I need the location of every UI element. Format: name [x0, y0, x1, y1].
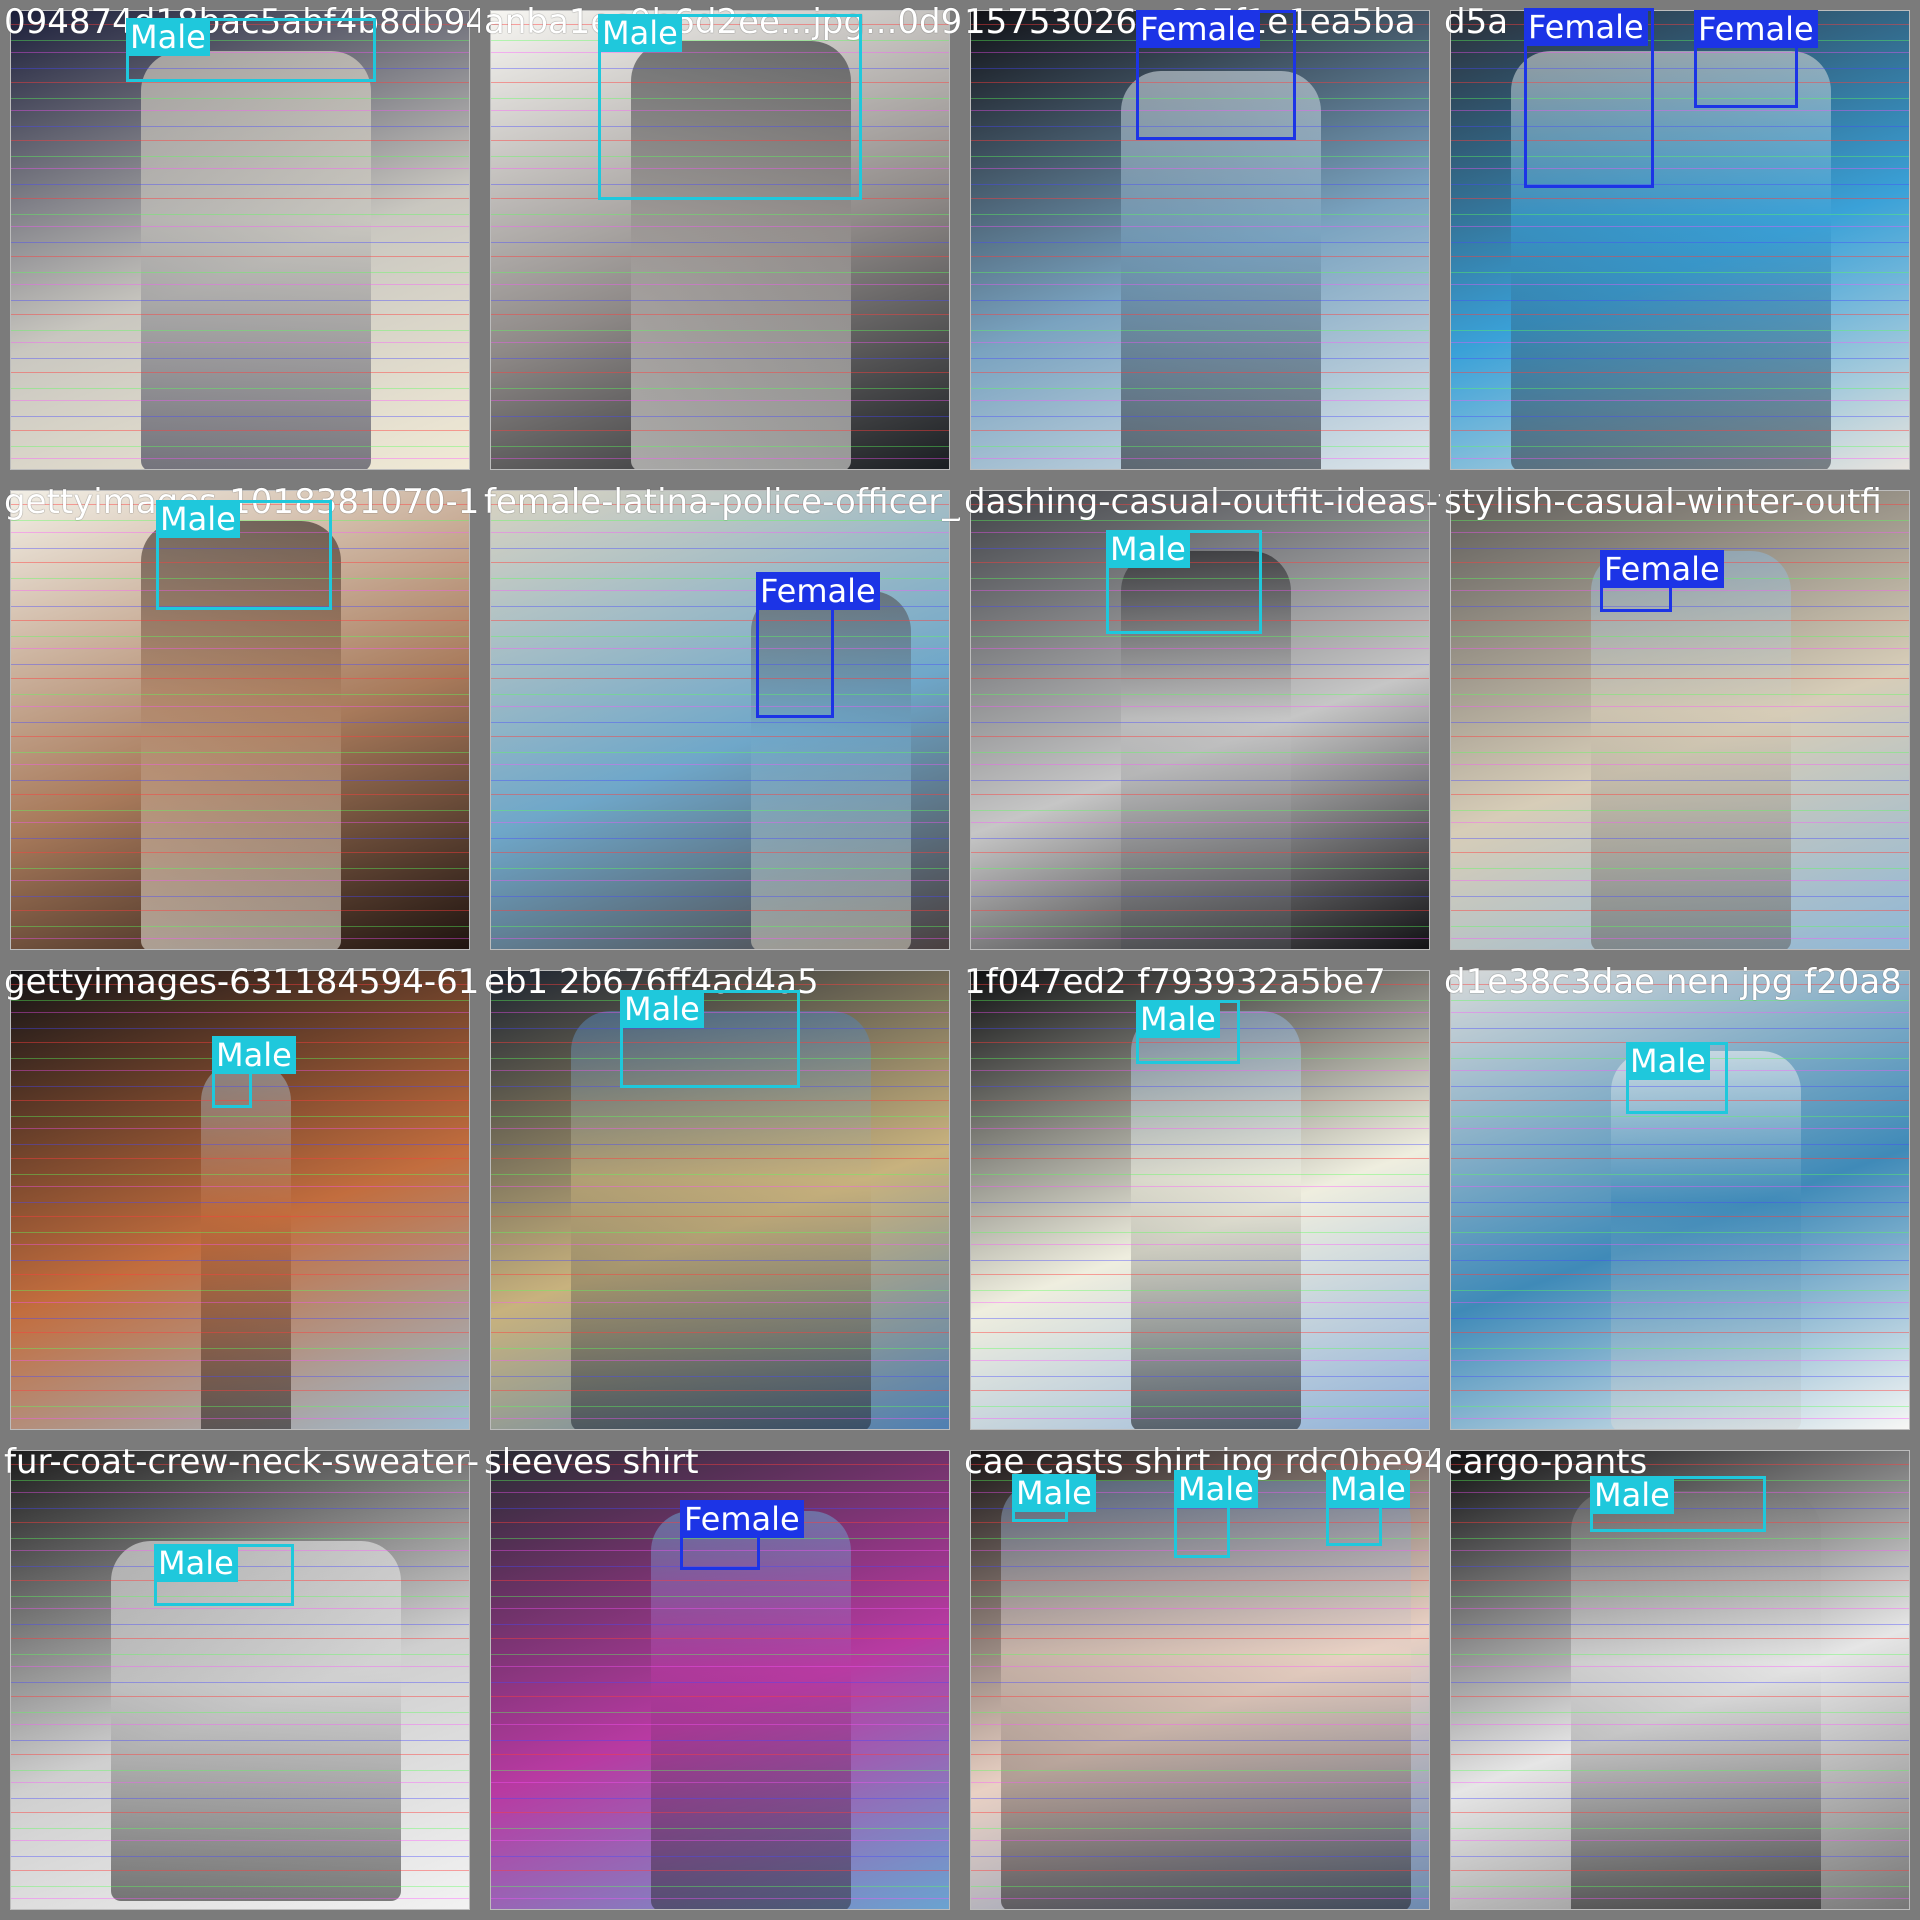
male-detection-box: Male — [156, 500, 332, 610]
detection-class-label: Male — [1626, 1042, 1710, 1080]
image-tile: cargo-pants Male — [1440, 1440, 1920, 1920]
detection-class-label: Female — [1600, 550, 1724, 588]
detection-class-label: Male — [1012, 1474, 1096, 1512]
image-tile: 1f047ed2 f793932a5be7 Male — [960, 960, 1440, 1440]
image-tile: anba1ec9b6d2ee...jpg...0d98decc5b24...Ma… — [480, 0, 960, 480]
male-detection-box: Male — [1590, 1476, 1766, 1532]
female-detection-box: Female — [1600, 550, 1724, 612]
photo — [490, 490, 950, 950]
color-streak-overlay — [1451, 971, 1909, 1429]
image-tile: female-latina-police-officer_jpg Female — [480, 480, 960, 960]
image-tile: fur-coat-crew-neck-sweater-chinosMale — [0, 1440, 480, 1920]
detection-class-label: Female — [1694, 10, 1818, 48]
detection-class-label: Male — [620, 990, 704, 1028]
image-tile: stylish-casual-winter-outfi Female — [1440, 480, 1920, 960]
male-detection-box: Male — [620, 990, 800, 1088]
detection-class-label: Female — [680, 1500, 804, 1538]
detection-class-label: Male — [154, 1544, 238, 1582]
image-tile: gettyimages-1018381070-1545417921_jpg-po… — [0, 480, 480, 960]
photo — [1450, 970, 1910, 1430]
image-tile: gettyimages-631184594-612x612_jpgMale — [0, 960, 480, 1440]
male-detection-box: Male — [1326, 1470, 1410, 1546]
male-detection-box: Male — [1174, 1470, 1258, 1558]
image-tile: d1e38c3dae nen jpg f20a8 Male — [1440, 960, 1920, 1440]
detection-class-label: Female — [1524, 8, 1648, 46]
color-streak-overlay — [11, 1451, 469, 1909]
male-detection-box: Male — [1012, 1474, 1096, 1522]
male-detection-box: Male — [1626, 1042, 1728, 1114]
photo — [10, 1450, 470, 1910]
detection-class-label: Male — [1590, 1476, 1674, 1514]
female-detection-box: Female — [1524, 8, 1654, 188]
detection-class-label: Male — [598, 14, 682, 52]
female-detection-box: Female — [756, 572, 880, 718]
image-tile: eb1 2b676ff4ad4a5 Male — [480, 960, 960, 1440]
detection-class-label: Female — [1136, 10, 1260, 48]
female-detection-box: Female — [680, 1500, 804, 1570]
photo — [1450, 10, 1910, 470]
color-streak-overlay — [1451, 11, 1909, 469]
image-tile: dashing-casual-outfit-ideas-for-stylishM… — [960, 480, 1440, 960]
image-tile: 15753026 a997f1e1ea5ba Female — [960, 0, 1440, 480]
male-detection-box: Male — [1106, 530, 1262, 634]
detection-class-label: Male — [1106, 530, 1190, 568]
male-detection-box: Male — [1136, 1000, 1240, 1064]
detection-mosaic: 094874d18bac5abf4b8db94 Male anba1ec9b6d2e… — [0, 0, 1920, 1920]
detection-class-label: Male — [1326, 1470, 1410, 1508]
image-tile: d5a Female Female — [1440, 0, 1920, 480]
image-tile: sleeves shirt Female — [480, 1440, 960, 1920]
image-tile: cae casts shirt jpg rdc0be94aa8MaleMaleM… — [960, 1440, 1440, 1920]
male-detection-box: Male — [598, 14, 862, 200]
detection-class-label: Male — [1174, 1470, 1258, 1508]
image-tile: 094874d18bac5abf4b8db94 Male — [0, 0, 480, 480]
detection-class-label: Male — [126, 18, 210, 56]
male-detection-box: Male — [212, 1036, 296, 1108]
color-streak-overlay — [491, 491, 949, 949]
detection-class-label: Male — [212, 1036, 296, 1074]
female-detection-box: Female — [1136, 10, 1296, 140]
male-detection-box: Male — [154, 1544, 294, 1606]
detection-class-label: Male — [1136, 1000, 1220, 1038]
male-detection-box: Male — [126, 18, 376, 82]
detection-class-label: Female — [756, 572, 880, 610]
female-detection-box: Female — [1694, 10, 1818, 108]
detection-class-label: Male — [156, 500, 240, 538]
